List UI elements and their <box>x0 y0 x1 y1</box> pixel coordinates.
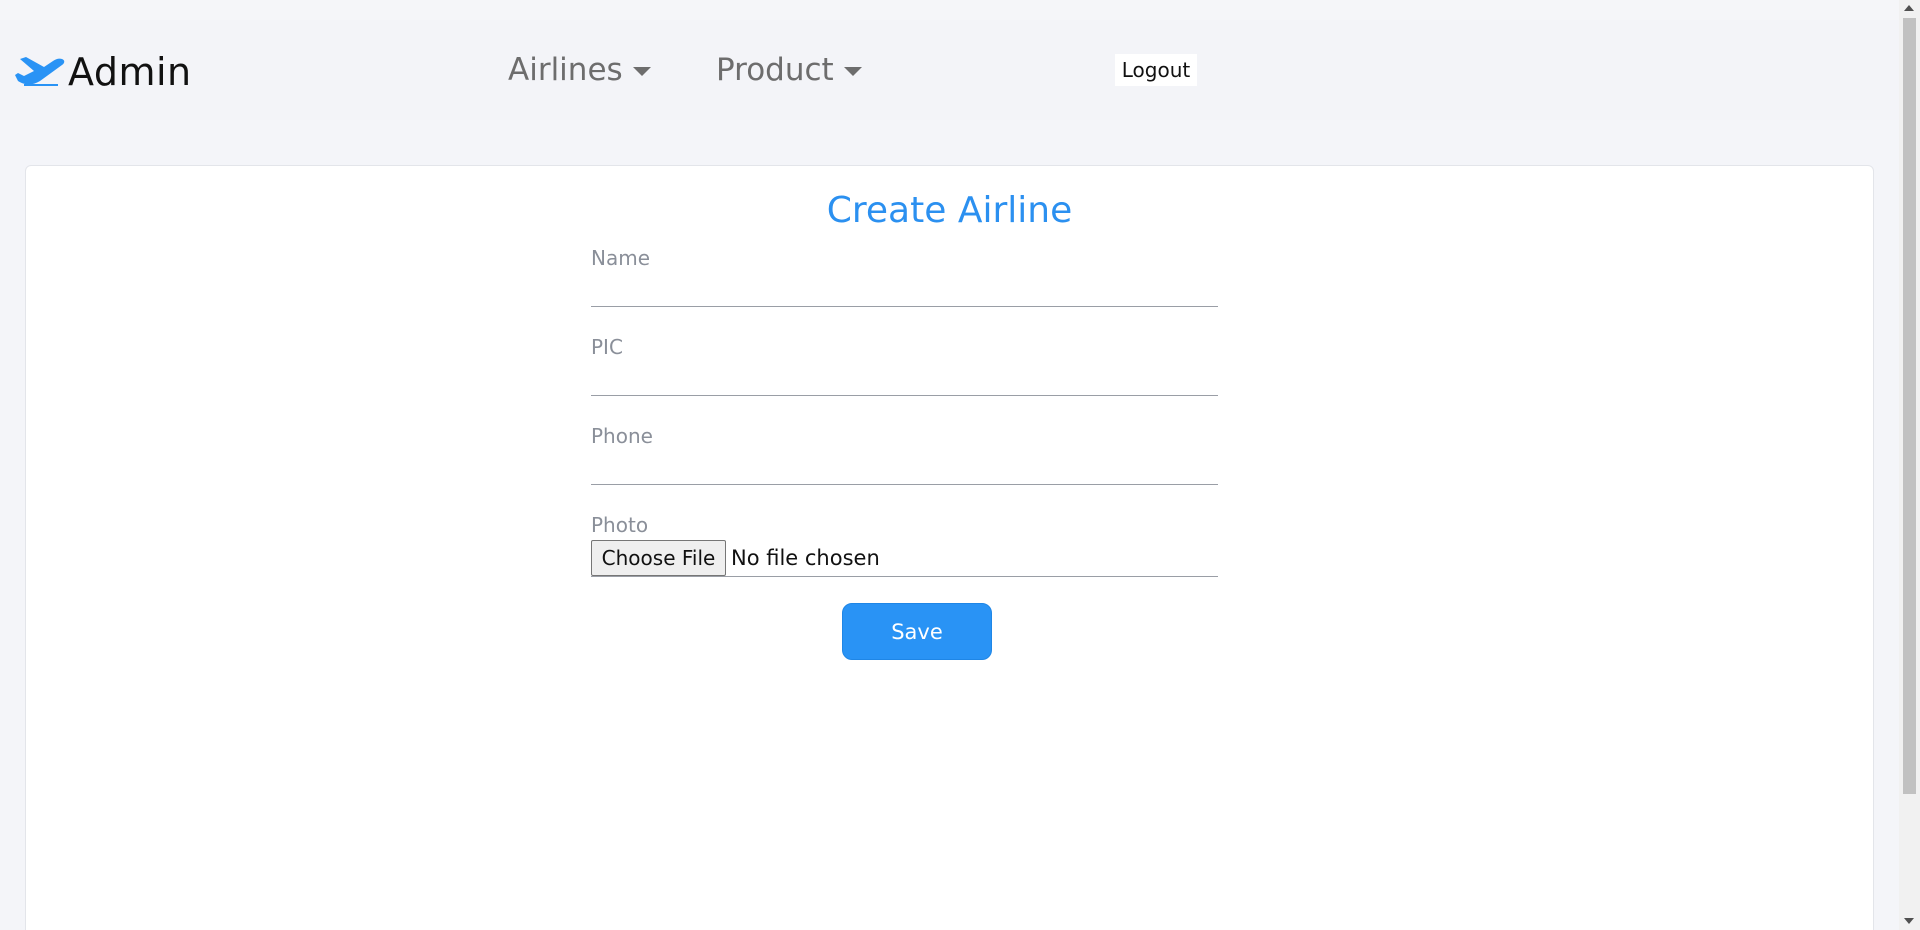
save-button[interactable]: Save <box>842 603 992 660</box>
caret-down-icon <box>632 66 651 76</box>
pic-input[interactable] <box>591 363 1218 393</box>
photo-field-group: Photo Choose File No file chosen <box>591 513 1218 578</box>
nav-airlines-label: Airlines <box>508 52 623 88</box>
photo-underline <box>591 576 1218 577</box>
name-label: Name <box>591 246 651 270</box>
choose-file-button[interactable]: Choose File <box>591 540 726 576</box>
vertical-scrollbar[interactable] <box>1899 0 1920 930</box>
caret-down-icon <box>843 66 862 76</box>
scroll-down-arrow-icon[interactable] <box>1904 918 1914 924</box>
nav-product-dropdown[interactable]: Product <box>716 48 862 92</box>
scroll-thumb[interactable] <box>1903 18 1916 794</box>
pic-label: PIC <box>591 335 623 359</box>
name-input[interactable] <box>591 274 1218 304</box>
phone-field-group: Phone <box>591 424 1218 486</box>
nav-airlines-dropdown[interactable]: Airlines <box>508 48 651 92</box>
name-underline <box>591 306 1218 307</box>
navbar: Admin Airlines Product Logout <box>0 20 1899 120</box>
pic-field-group: PIC <box>591 335 1218 397</box>
page-title: Create Airline <box>826 190 1073 231</box>
phone-label: Phone <box>591 424 653 448</box>
nav-product-label: Product <box>716 52 834 88</box>
top-strip <box>0 0 1899 20</box>
brand-label: Admin <box>68 50 192 94</box>
airplane-icon <box>14 51 66 93</box>
logout-button[interactable]: Logout <box>1115 54 1197 86</box>
brand-link[interactable]: Admin <box>14 50 192 94</box>
scroll-up-arrow-icon[interactable] <box>1904 5 1914 11</box>
phone-underline <box>591 484 1218 485</box>
phone-input[interactable] <box>591 452 1218 482</box>
photo-label: Photo <box>591 513 649 537</box>
file-status: No file chosen <box>731 546 880 570</box>
pic-underline <box>591 395 1218 396</box>
page: Admin Airlines Product Logout Create Air… <box>0 0 1899 930</box>
file-input[interactable]: Choose File No file chosen <box>591 540 880 576</box>
name-field-group: Name <box>591 246 1218 308</box>
